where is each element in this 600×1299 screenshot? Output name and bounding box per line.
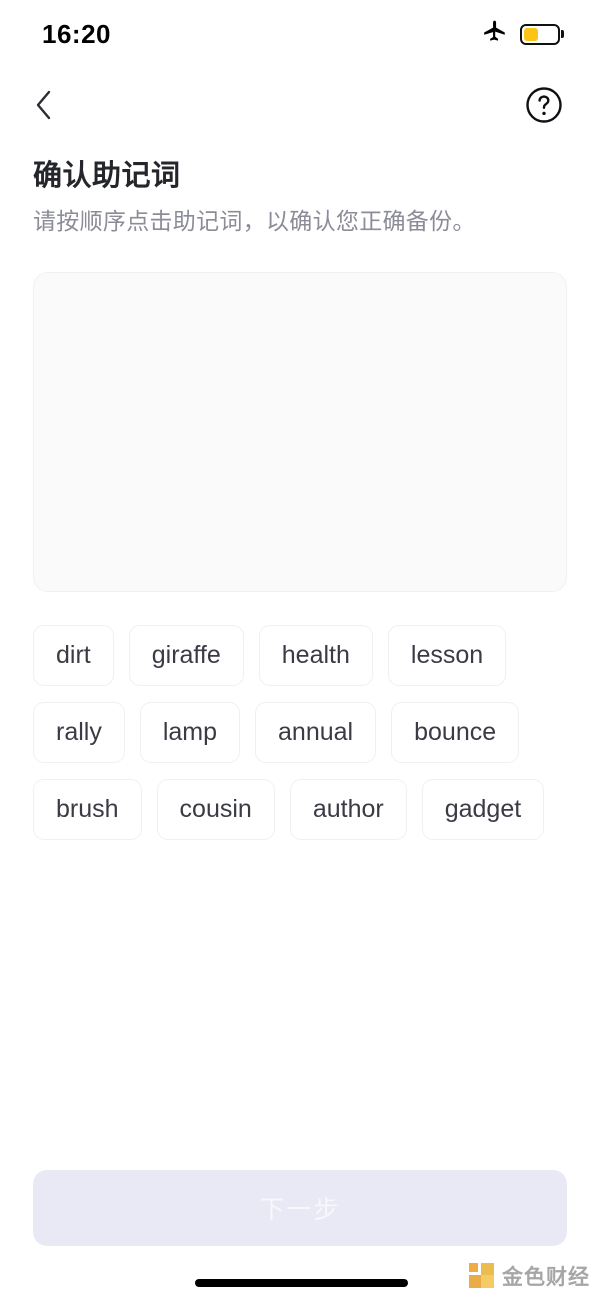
page-title: 确认助记词 — [33, 160, 181, 192]
word-chip[interactable]: health — [258, 625, 373, 686]
watermark-logo-icon — [469, 1263, 495, 1289]
nav-bar — [0, 78, 600, 134]
next-button[interactable]: 下一步 — [33, 1170, 567, 1246]
header-block: 确认助记词 请按顺序点击助记词，以确认您正确备份。 — [33, 158, 567, 237]
word-chip[interactable]: author — [289, 779, 407, 840]
word-chip[interactable]: rally — [33, 702, 125, 763]
back-button[interactable] — [20, 82, 68, 130]
word-chip[interactable]: cousin — [156, 779, 275, 840]
selected-words-area[interactable] — [33, 272, 567, 592]
word-chip[interactable]: bounce — [391, 702, 520, 763]
status-indicators — [482, 19, 564, 50]
word-chip[interactable]: lesson — [387, 625, 507, 686]
airplane-mode-icon — [482, 19, 508, 50]
question-mark-circle-icon — [524, 85, 564, 128]
word-chip[interactable]: dirt — [33, 625, 114, 686]
status-time: 16:20 — [42, 18, 111, 49]
page-subtitle: 请按顺序点击助记词，以确认您正确备份。 — [33, 208, 476, 235]
app-screen: 16:20 确认助记词 请按顺序点击助记词，以确认您正确备份。 dirt gir… — [0, 0, 600, 1299]
watermark-text: 金色财经 — [502, 1266, 590, 1289]
help-button[interactable] — [522, 84, 566, 128]
battery-low-power-icon — [520, 23, 564, 45]
status-bar: 16:20 — [0, 0, 600, 68]
chevron-left-icon — [31, 88, 57, 125]
word-pool: dirt giraffe health lesson rally lamp annual bo… — [33, 625, 567, 840]
word-chip[interactable]: annual — [255, 702, 377, 763]
word-chip[interactable]: brush — [33, 779, 142, 840]
word-chip[interactable]: gadget — [421, 779, 545, 840]
home-indicator — [195, 1279, 408, 1287]
watermark: 金色财经 — [469, 1261, 590, 1291]
word-chip[interactable]: giraffe — [128, 625, 244, 686]
word-chip[interactable]: lamp — [139, 702, 241, 763]
